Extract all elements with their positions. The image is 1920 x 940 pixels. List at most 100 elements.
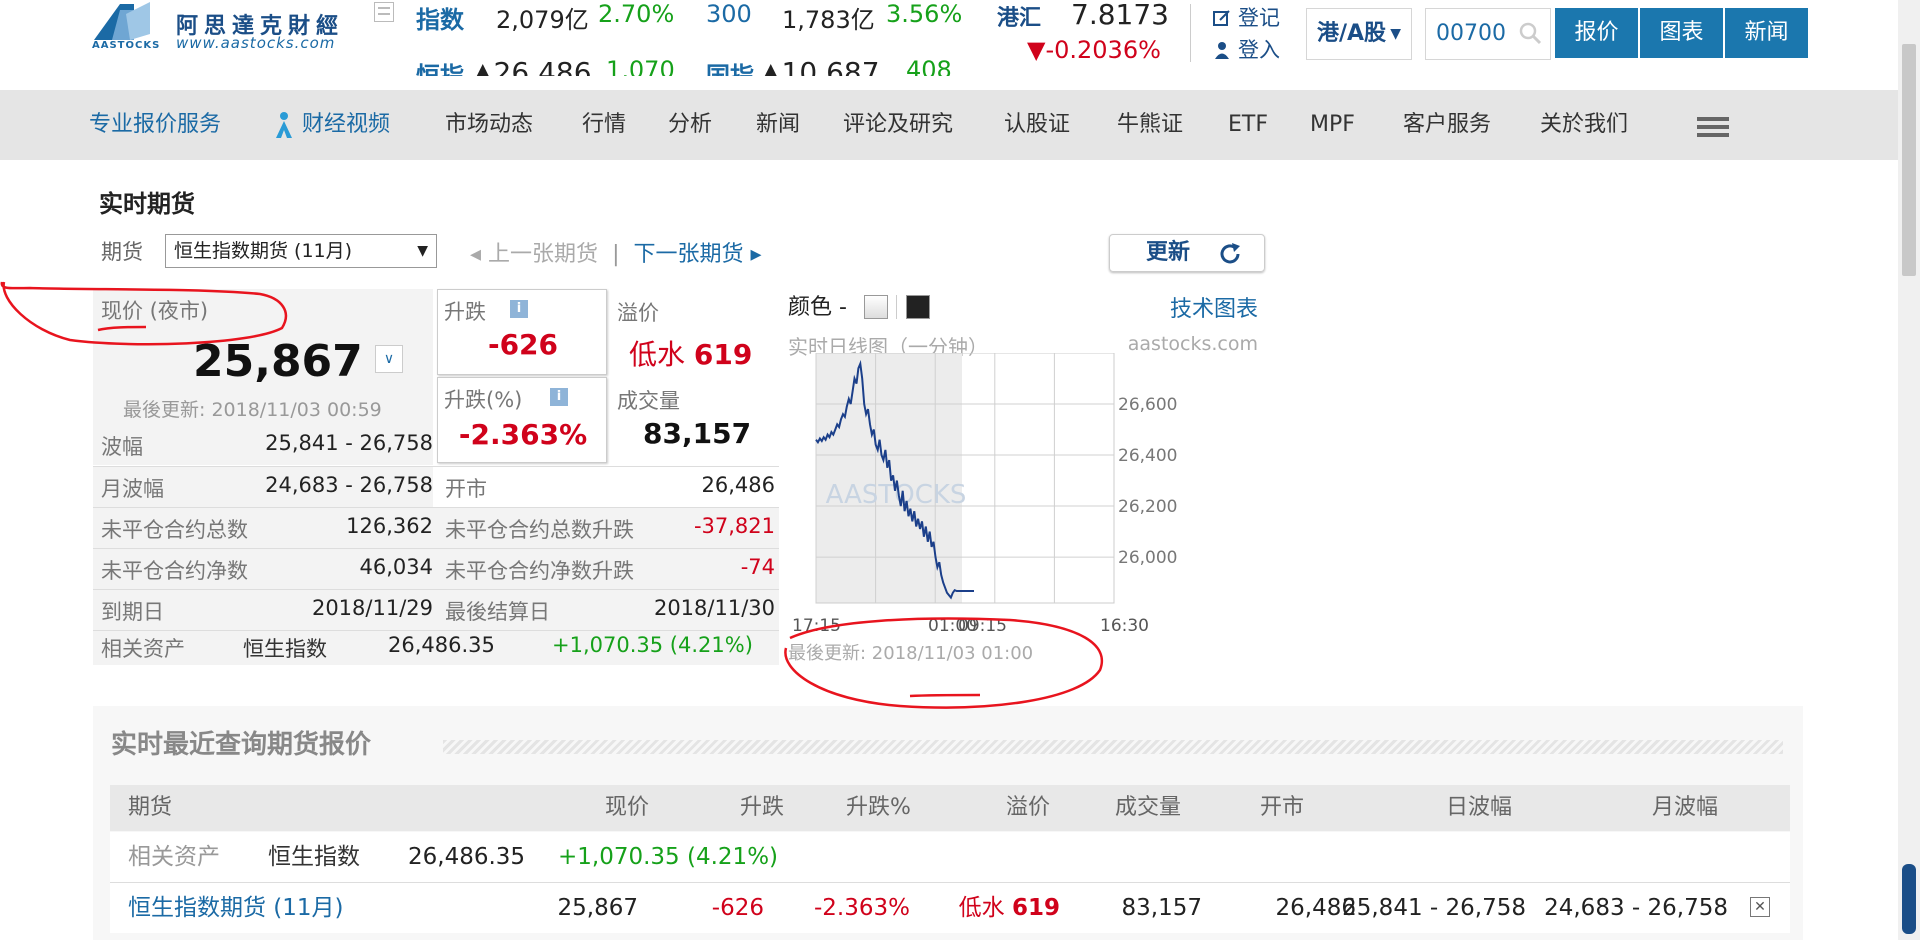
technical-chart-link[interactable]: 技术图表 [1170,291,1258,323]
video-person-icon [276,112,292,138]
hkd-rate: 港汇 7.8173 ▼-0.2036% [995,0,1175,70]
futures-select-value: 恒生指数期货 (11月) [174,240,353,262]
search-icon[interactable] [1518,21,1542,45]
page-title: 实时期货 [99,190,195,218]
main-nav: 专业报价服务 财经视频 市场动态 行情 分析 新闻 评论及研究 认股证 牛熊证 … [0,90,1898,160]
login-link[interactable]: 登入 [1212,34,1280,66]
futures-select[interactable]: 恒生指数期货 (11月) ▼ [165,234,437,268]
day-range-cell: 25,841 - 26,758 [1342,895,1526,921]
asset-name: 恒生指数 [243,637,327,661]
pct-label: 升跌(%) [444,388,523,412]
ticker-change: 1,070 [606,56,675,76]
premium-cell: 低水 619 [959,883,1060,933]
nav-item-news[interactable]: 新闻 [756,90,800,160]
last-update: 最後更新: 2018/11/03 00:59 [123,399,382,421]
open-value: 26,486 [701,473,775,497]
scroll-to-bottom-icon[interactable] [1902,864,1916,934]
color-light-swatch[interactable] [864,295,888,319]
asset-change: +1,070.35 (4.21%) [552,633,753,657]
pct-value: -2.363% [458,418,588,451]
range-label: 波幅 [101,435,143,459]
prev-future-link[interactable]: ◂ 上一张期货 [470,242,598,267]
chart-last-update: 最後更新: 2018/11/03 01:00 [788,643,1034,664]
y-axis-ticks: 26,000 26,200 26,400 26,600 [1118,395,1177,568]
y-tick-label: 26,000 [1118,548,1177,568]
oi-change-value: -37,821 [693,514,775,538]
y-tick-label: 26,200 [1118,497,1177,517]
news-button[interactable]: 新闻 [1725,8,1808,58]
nav-item-analysis[interactable]: 分析 [668,90,712,160]
nav-item-market[interactable]: 市场动态 [445,90,533,160]
next-future-label: 下一张期货 [633,242,744,267]
price-cell: 25,867 [557,895,638,921]
nav-item-warrants[interactable]: 认股证 [1004,90,1070,160]
login-label: 登入 [1238,38,1280,62]
col-header: 开市 [1260,795,1305,820]
nav-item-quotes[interactable]: 行情 [582,90,626,160]
month-range-cell: 24,683 - 26,758 [1544,895,1728,921]
pct-cell: -2.363% [814,895,910,921]
market-select[interactable]: 港/A股 ▼ [1306,8,1412,60]
chevron-down-icon: ▼ [1390,26,1401,42]
col-header: 现价 [605,795,650,820]
oi-value: 126,362 [346,514,433,538]
ticker-label[interactable]: 恒指 [416,56,464,76]
refresh-button[interactable]: 更新 [1109,234,1265,272]
nav-item-cbbc[interactable]: 牛熊证 [1117,90,1183,160]
price-label: 现价 (夜市) [101,299,209,323]
oi-change-label: 未平仓合约总数升跌 [445,518,634,542]
panel-toggle-icon[interactable] [374,2,394,22]
recent-section-title: 实时最近查询期货报价 [111,730,372,760]
expiry-value: 2018/11/29 [311,596,433,620]
change-box: 升跌 i -626 [437,289,607,375]
nav-item-pro-quote[interactable]: 专业报价服务 [89,90,221,160]
divider: | [612,242,620,267]
stock-code-input[interactable]: 00700 [1425,8,1551,60]
future-name-link[interactable]: 恒生指数期货 (11月) [128,883,344,933]
annotation-underline [909,693,981,698]
ticker-label[interactable]: 指数 [416,0,464,35]
asset-name-cell: 恒生指数 [268,844,360,870]
hamburger-menu-icon[interactable] [1697,117,1729,137]
asset-change-cell: +1,070.35 (4.21%) [558,844,779,870]
ticker-value: 2,079亿 [496,6,589,34]
remove-row-icon[interactable]: ✕ [1750,897,1770,917]
auth-links: 登记 登入 [1212,2,1280,66]
page: AASTOCKS 阿思達克財經 www.aastocks.com 指数 2,07… [0,0,1920,940]
page-scrollbar[interactable] [1898,0,1920,940]
ticker-label[interactable]: 300 [706,0,752,28]
ticker-change: 3.56% [886,0,963,28]
y-tick-label: 26,400 [1118,446,1177,466]
expand-icon[interactable]: ∨ [375,345,403,373]
aastocks-logo[interactable]: AASTOCKS 阿思達克財經 www.aastocks.com [90,0,360,58]
premium-label: 溢价 [617,301,659,325]
nav-item-etf[interactable]: ETF [1228,90,1268,160]
settle-value: 2018/11/30 [653,596,775,620]
scrollbar-thumb[interactable] [1902,44,1916,276]
col-header: 升跌 [740,795,785,820]
ticker-label[interactable]: 国指 [706,56,754,76]
net-oi-value: 46,034 [359,555,433,579]
next-future-link[interactable]: 下一张期货 ▸ [633,242,761,267]
register-label: 登记 [1238,6,1280,30]
col-header: 溢价 [1006,795,1051,820]
color-dark-swatch[interactable] [906,295,930,319]
intraday-line-chart: AASTOCKS 26,00026,20026,40026,600 17:15 0… [792,353,1177,636]
logo-mark-text: AASTOCKS [92,40,161,51]
top-bar: AASTOCKS 阿思達克財經 www.aastocks.com 指数 2,07… [0,0,1898,90]
premium-prefix: 低水 [629,338,686,371]
nav-item-service[interactable]: 客户服务 [1403,90,1491,160]
asset-value-cell: 26,486.35 [408,844,526,870]
table-row[interactable]: 恒生指数期货 (11月) 25,867 -626 -2.363% 低水 619 … [110,883,1790,933]
nav-item-research[interactable]: 评论及研究 [843,90,953,160]
nav-item-about[interactable]: 关於我们 [1540,90,1628,160]
volume-label: 成交量 [617,389,680,413]
register-link[interactable]: 登记 [1212,2,1280,34]
nav-item-video[interactable]: 财经视频 [272,90,390,160]
info-icon[interactable]: i [510,300,528,318]
info-icon[interactable]: i [550,388,568,406]
chart-button[interactable]: 图表 [1640,8,1723,58]
nav-item-mpf[interactable]: MPF [1310,90,1355,160]
quote-panel: 现价 (夜市) 25,867 ∨ 最後更新: 2018/11/03 00:59 … [93,289,779,665]
quote-button[interactable]: 报价 [1555,8,1638,58]
